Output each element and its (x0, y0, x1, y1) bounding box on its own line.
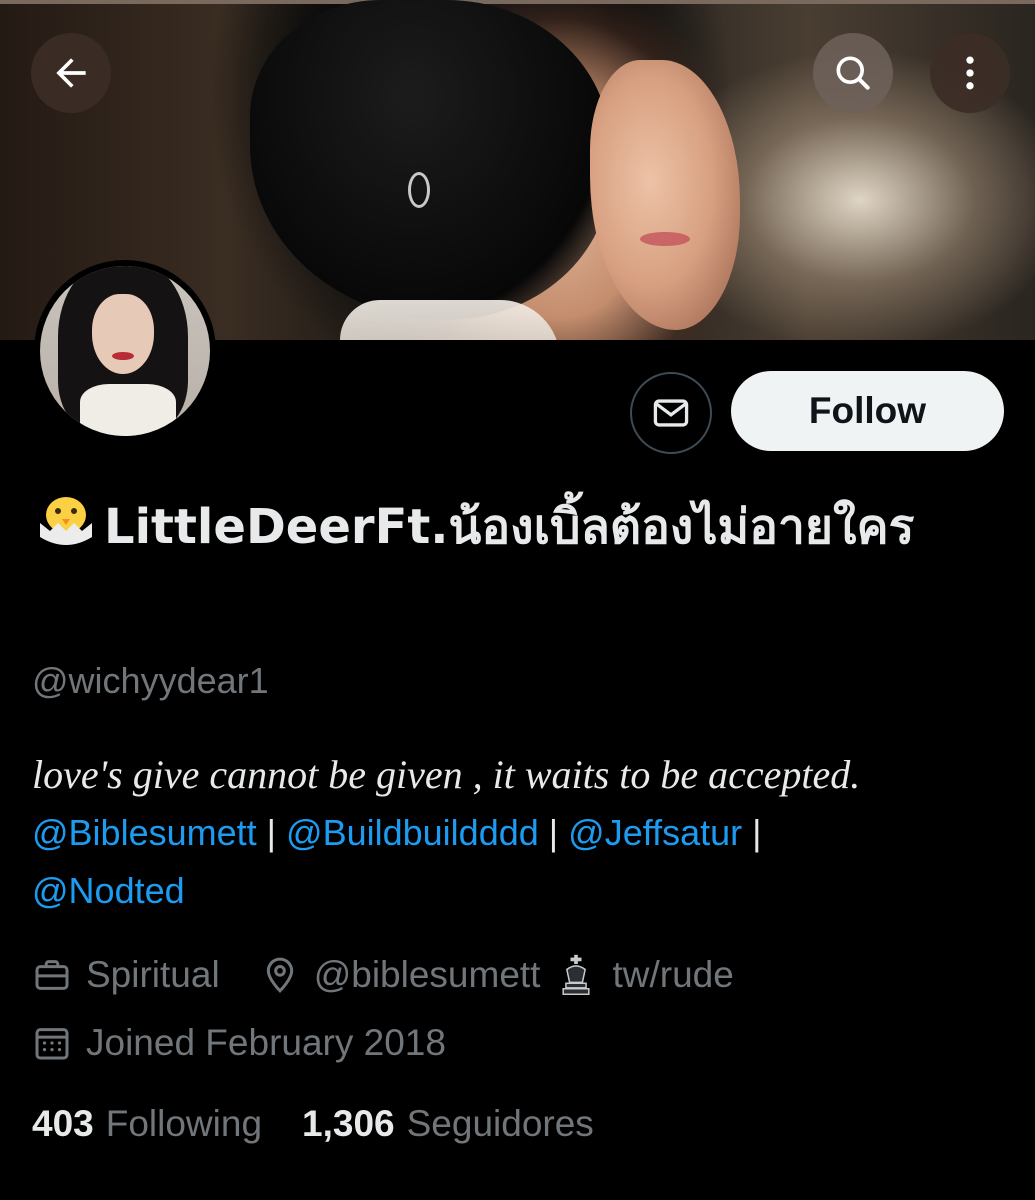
profile-joined: Joined February 2018 (32, 1018, 446, 1068)
banner-photo-hair (250, 0, 610, 320)
envelope-icon (653, 399, 689, 427)
bio-mention-nodted[interactable]: @Nodted (32, 870, 185, 911)
briefcase-icon (35, 960, 69, 990)
search-icon (836, 56, 870, 90)
arrow-left-icon (56, 58, 86, 88)
profile-category: Spiritual (86, 954, 220, 995)
bio-quote: love's give cannot be given , it waits t… (32, 752, 861, 797)
following-label: Following (105, 1103, 263, 1144)
avatar-photo (40, 266, 210, 436)
banner-photo-face (590, 60, 740, 330)
banner-edge (0, 0, 1035, 4)
display-name: LittleDeerFt.น้องเบิ้ลต้องไม่อายใคร (32, 482, 992, 572)
more-vertical-icon (966, 56, 974, 90)
follow-button[interactable]: Follow (731, 371, 1004, 451)
banner-photo-lips (640, 232, 690, 246)
profile-meta: Spiritual @biblesumett tw/rude (32, 950, 734, 1000)
joined-date: Joined February 2018 (86, 1022, 446, 1063)
avatar-lips (112, 352, 134, 360)
bio-mention-buildbuildddd[interactable]: @Buildbuildddd (286, 812, 539, 853)
user-handle: @wichyydear1 (32, 660, 269, 701)
calendar-icon (35, 1028, 69, 1060)
followers-label: Seguidores (406, 1103, 594, 1144)
display-name-text: LittleDeerFt.น้องเบิ้ลต้องไม่อายใคร (104, 499, 915, 555)
profile-location: @biblesumett (313, 954, 541, 995)
following-link[interactable]: 403 Following (32, 1103, 262, 1145)
avatar-face (92, 294, 154, 374)
avatar-top (80, 384, 176, 436)
followers-count: 1,306 (302, 1103, 395, 1144)
search-button[interactable] (813, 33, 893, 113)
hatching-chick-emoji (40, 497, 92, 545)
follow-stats: 403 Following 1,306 Seguidores (32, 1103, 634, 1145)
chess-king-icon (562, 954, 591, 995)
bio: love's give cannot be given , it waits t… (32, 746, 1012, 920)
bio-separator: | (548, 812, 559, 853)
followers-link[interactable]: 1,306 Seguidores (302, 1103, 594, 1145)
more-options-button[interactable] (930, 33, 1010, 113)
message-button[interactable] (630, 372, 712, 454)
profile-page: Follow LittleDeerFt.น้องเบิ้ลต้องไม่อายใ… (0, 0, 1035, 1200)
banner-photo-earring (408, 172, 430, 208)
profile-location-suffix: tw/rude (612, 954, 734, 995)
bio-mention-biblesumett[interactable]: @Biblesumett (32, 812, 257, 853)
banner-photo-collar (340, 300, 560, 340)
location-pin-icon (266, 957, 293, 993)
avatar[interactable] (34, 260, 216, 442)
bio-separator: | (752, 812, 762, 853)
following-count: 403 (32, 1103, 94, 1144)
back-button[interactable] (31, 33, 111, 113)
bio-mention-jeffsatur[interactable]: @Jeffsatur (568, 812, 742, 853)
bio-separator: | (266, 812, 277, 853)
